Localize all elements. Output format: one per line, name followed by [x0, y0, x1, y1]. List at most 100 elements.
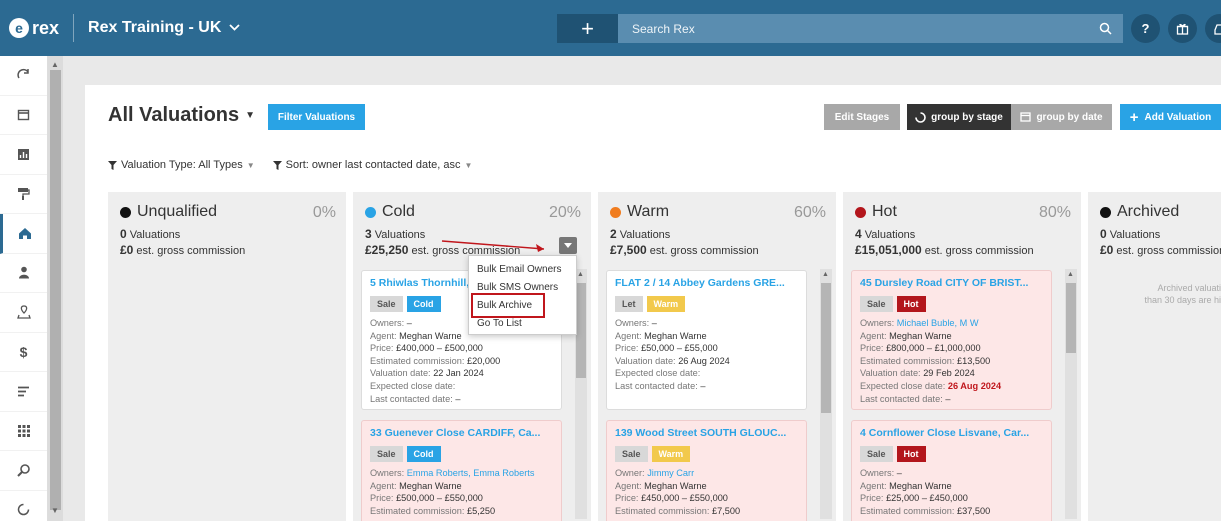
- calendar-icon: [1020, 112, 1032, 122]
- scroll-up-icon[interactable]: ▲: [51, 60, 59, 69]
- chart-icon[interactable]: [0, 135, 47, 175]
- card-title[interactable]: FLAT 2 / 14 Abbey Gardens GRE...: [615, 277, 798, 289]
- valuation-count: 4: [855, 227, 862, 241]
- person-icon[interactable]: [0, 254, 47, 293]
- scroll-thumb[interactable]: [50, 70, 61, 510]
- scroll-up-icon[interactable]: ▲: [577, 271, 584, 278]
- column-percentage: 20%: [548, 204, 581, 221]
- list-icon[interactable]: [0, 372, 47, 412]
- sort-filter[interactable]: Sort: owner last contacted date, asc ▼: [272, 159, 472, 171]
- valuation-count-label: Valuations: [619, 229, 671, 241]
- refresh-icon[interactable]: [0, 56, 47, 96]
- valuation-count-label: Valuations: [1109, 229, 1161, 241]
- gift-icon[interactable]: [1168, 14, 1197, 43]
- location-icon[interactable]: [0, 293, 47, 333]
- scroll-thumb[interactable]: [821, 283, 831, 413]
- valuation-type-filter[interactable]: Valuation Type: All Types ▼: [108, 159, 255, 171]
- edit-stages-button[interactable]: Edit Stages: [824, 104, 900, 130]
- stage-tag: Hot: [896, 446, 926, 462]
- commission-line: Estimated commission: £20,000: [370, 355, 501, 366]
- card-title[interactable]: 4 Cornflower Close Lisvane, Car...: [860, 427, 1043, 439]
- card-title[interactable]: 45 Dursley Road CITY OF BRIST...: [860, 277, 1043, 289]
- owner-link[interactable]: M W: [960, 318, 979, 328]
- paint-roller-icon[interactable]: [0, 175, 47, 214]
- account-switcher[interactable]: Rex Training - UK: [88, 19, 241, 37]
- page-title-text: All Valuations: [108, 104, 240, 126]
- card-title[interactable]: 33 Guenever Close CARDIFF, Ca...: [370, 427, 553, 439]
- menu-item-bulk-email[interactable]: Bulk Email Owners: [469, 261, 576, 279]
- stage-dot: [855, 206, 866, 218]
- grid-icon[interactable]: [0, 412, 47, 451]
- group-by-date-label: group by date: [1036, 111, 1103, 123]
- group-by-date-button[interactable]: group by date: [1011, 104, 1112, 130]
- price-line: Price: £450,000 – £550,000: [615, 493, 728, 504]
- price-line: Price: £800,000 – £1,000,000: [860, 343, 981, 354]
- group-by-stage-button[interactable]: group by stage: [907, 104, 1011, 130]
- search-input[interactable]: Search Rex: [632, 22, 1123, 36]
- close-date-line: Expected close date:: [370, 380, 456, 391]
- valuation-count-label: Valuations: [374, 229, 426, 241]
- owner-link[interactable]: Emma Roberts: [473, 468, 534, 478]
- column-percentage: 0%: [312, 204, 336, 221]
- owner-link[interactable]: Michael Buble: [897, 318, 955, 328]
- quick-add-button[interactable]: +: [557, 14, 618, 43]
- sidebar-scrollbar[interactable]: ▲ ▼: [48, 56, 63, 521]
- owner-link[interactable]: Jimmy Carr: [647, 468, 694, 478]
- column-menu-button[interactable]: [559, 237, 577, 254]
- stage-tag: Hot: [896, 296, 926, 312]
- gross-commission: £25,250: [365, 243, 409, 257]
- valuation-date-line: Valuation date: 29 Feb 2024: [860, 368, 975, 379]
- type-tag: Let: [615, 296, 643, 312]
- valuation-date-line: Valuation date: 26 Aug 2024: [615, 355, 730, 366]
- scroll-thumb[interactable]: [576, 283, 586, 378]
- stage-dot: [365, 206, 376, 218]
- contacted-line: Last contacted date: –: [370, 393, 461, 404]
- valuation-type-label: Valuation Type: All Types: [121, 159, 243, 171]
- column-scrollbar[interactable]: ▲: [820, 269, 832, 519]
- help-icon[interactable]: ?: [1131, 14, 1160, 43]
- search-icon[interactable]: [1087, 14, 1123, 43]
- owners-line: Owners: –: [615, 318, 657, 328]
- valuation-card[interactable]: 4 Cornflower Close Lisvane, Car... Sale H…: [851, 420, 1052, 521]
- tray-icon[interactable]: [1205, 14, 1221, 43]
- plus-icon: +: [581, 15, 594, 41]
- annotation-arrow-icon: [441, 240, 545, 252]
- valuation-card[interactable]: FLAT 2 / 14 Abbey Gardens GRE... Let Warm…: [606, 270, 807, 410]
- scroll-up-icon[interactable]: ▲: [822, 271, 829, 278]
- valuation-count: 2: [610, 227, 617, 241]
- owners-line: Owners: –: [860, 468, 902, 478]
- price-line: Price: £500,000 – £550,000: [370, 493, 483, 504]
- scroll-thumb[interactable]: [1066, 283, 1076, 353]
- home-icon[interactable]: [0, 214, 47, 254]
- scroll-down-icon[interactable]: ▼: [51, 506, 59, 515]
- gross-commission-label: est. gross commission: [649, 245, 759, 257]
- owner-link[interactable]: Emma Roberts: [407, 468, 468, 478]
- calendar-icon[interactable]: [0, 96, 47, 135]
- type-tag: Sale: [370, 296, 403, 312]
- scroll-up-icon[interactable]: ▲: [1067, 271, 1074, 278]
- column-header: Hot 80% 4 Valuations £15,051,000 est. gr…: [855, 203, 1071, 257]
- loading-icon[interactable]: [0, 491, 47, 521]
- contacted-line: Last contacted date: –: [615, 380, 706, 391]
- valuation-card[interactable]: 45 Dursley Road CITY OF BRIST... Sale Hot…: [851, 270, 1052, 410]
- dollar-icon[interactable]: $: [0, 333, 47, 372]
- page-title[interactable]: All Valuations ▼: [108, 104, 255, 127]
- close-date-line: Expected close date: 26 Aug 2024: [860, 380, 1002, 391]
- valuation-card[interactable]: 33 Guenever Close CARDIFF, Ca... Sale Col…: [361, 420, 562, 521]
- card-title[interactable]: 139 Wood Street SOUTH GLOUC...: [615, 427, 798, 439]
- column-scrollbar[interactable]: ▲: [1065, 269, 1077, 519]
- search-doc-icon[interactable]: [0, 451, 47, 491]
- plus-icon: +: [1129, 108, 1139, 126]
- global-search[interactable]: Search Rex: [618, 14, 1123, 43]
- logo-mark: e: [9, 18, 29, 38]
- add-valuation-label: Add Valuation: [1144, 111, 1212, 123]
- filter-valuations-button[interactable]: Filter Valuations: [268, 104, 365, 130]
- rex-logo[interactable]: e rex: [9, 18, 59, 39]
- caret-down-icon: ▼: [245, 110, 256, 122]
- valuation-count-label: Valuations: [129, 229, 181, 241]
- add-valuation-button[interactable]: + Add Valuation: [1120, 104, 1221, 130]
- valuation-card[interactable]: 139 Wood Street SOUTH GLOUC... Sale Warm …: [606, 420, 807, 521]
- gross-commission-label: est. gross commission: [1116, 245, 1221, 257]
- column-percentage: 80%: [1038, 204, 1071, 221]
- funnel-icon: [108, 160, 117, 170]
